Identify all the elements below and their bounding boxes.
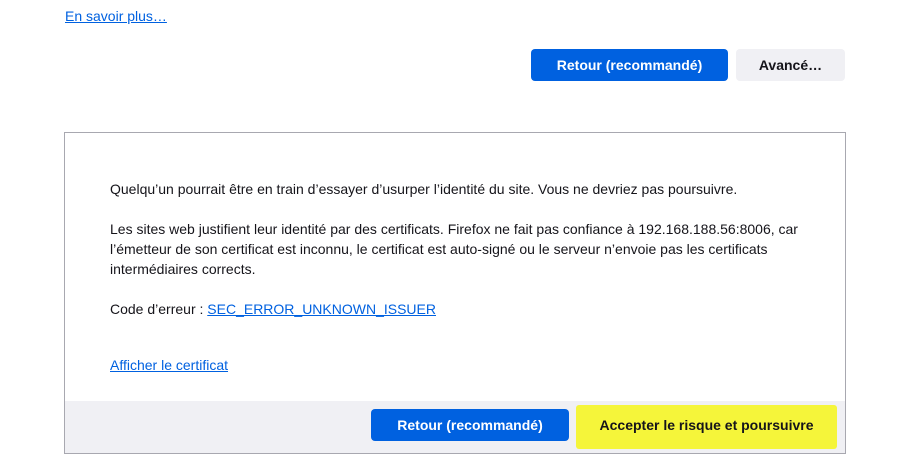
- learn-more-link[interactable]: En savoir plus…: [65, 8, 167, 24]
- certificate-explanation-text: Les sites web justifient leur identité p…: [110, 221, 798, 277]
- view-certificate-line: Afficher le certificat: [110, 355, 228, 375]
- accept-risk-continue-button[interactable]: Accepter le risque et poursuivre: [585, 409, 828, 441]
- advanced-panel-footer: Retour (recommandé) Accepter le risque e…: [65, 401, 845, 453]
- panel-back-recommended-button[interactable]: Retour (recommandé): [371, 409, 569, 441]
- back-recommended-button[interactable]: Retour (recommandé): [531, 49, 728, 81]
- view-certificate-link[interactable]: Afficher le certificat: [110, 357, 228, 373]
- error-code-label: Code d’erreur :: [110, 301, 208, 317]
- error-code-line: Code d’erreur : SEC_ERROR_UNKNOWN_ISSUER: [110, 299, 436, 319]
- error-code-link[interactable]: SEC_ERROR_UNKNOWN_ISSUER: [207, 301, 436, 317]
- advanced-panel: Quelqu’un pourrait être en train d’essay…: [64, 132, 846, 454]
- advanced-button[interactable]: Avancé…: [736, 49, 845, 81]
- risk-warning-text: Quelqu’un pourrait être en train d’essay…: [110, 181, 738, 197]
